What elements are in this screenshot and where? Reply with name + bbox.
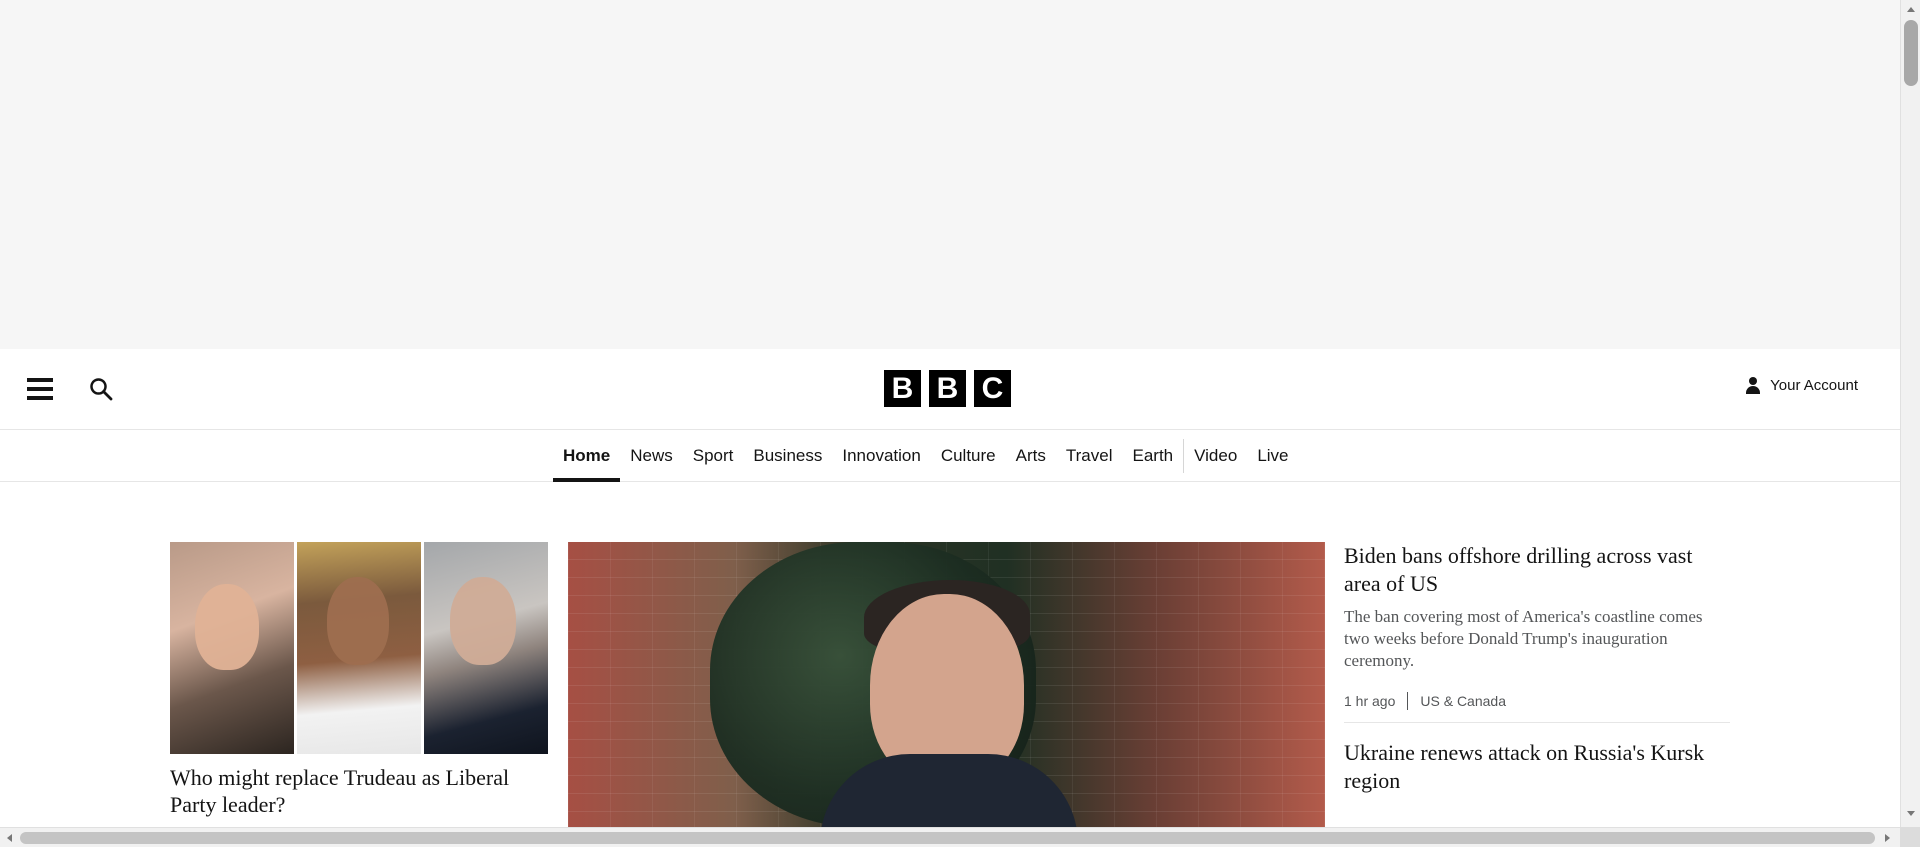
left-story-card[interactable]: Who might replace Trudeau as Liberal Par… xyxy=(170,542,548,818)
bbc-logo[interactable]: B B C xyxy=(884,370,1011,407)
horizontal-scrollbar[interactable] xyxy=(0,827,1900,847)
main-content: Who might replace Trudeau as Liberal Par… xyxy=(0,482,1900,827)
masthead: B B C Your Account xyxy=(0,349,1900,430)
advertisement-slot xyxy=(0,0,1900,349)
side-story-headline[interactable]: Biden bans offshore drilling across vast… xyxy=(1344,542,1730,598)
face-image-shape xyxy=(450,577,516,665)
candidate-portrait-image xyxy=(170,542,294,754)
candidate-portrait-image xyxy=(297,542,421,754)
search-button[interactable] xyxy=(81,369,121,409)
bbc-homepage: B B C Your Account Home News Sport Busin… xyxy=(0,0,1920,847)
story-metadata: 1 hr ago US & Canada xyxy=(1344,692,1730,710)
main-navigation: Home News Sport Business Innovation Cult… xyxy=(0,430,1900,482)
nav-item-news[interactable]: News xyxy=(620,430,683,482)
leadership-candidates-image xyxy=(170,542,548,754)
nav-item-culture[interactable]: Culture xyxy=(931,430,1006,482)
side-story-card[interactable]: Biden bans offshore drilling across vast… xyxy=(1344,542,1730,723)
nav-item-travel[interactable]: Travel xyxy=(1056,430,1123,482)
story-time: 1 hr ago xyxy=(1344,693,1396,709)
vertical-scroll-thumb[interactable] xyxy=(1904,20,1918,86)
bbc-logo-block-3: C xyxy=(974,370,1011,407)
nav-item-video[interactable]: Video xyxy=(1184,430,1247,482)
story-divider xyxy=(1344,722,1730,723)
scroll-right-icon[interactable] xyxy=(1885,834,1890,842)
vertical-scrollbar[interactable] xyxy=(1900,0,1920,827)
face-image-shape xyxy=(195,584,259,670)
menu-button[interactable] xyxy=(20,369,60,409)
horizontal-scroll-thumb[interactable] xyxy=(20,832,1875,844)
nav-item-arts[interactable]: Arts xyxy=(1006,430,1056,482)
account-link[interactable]: Your Account xyxy=(1744,376,1858,394)
side-story-headline[interactable]: Ukraine renews attack on Russia's Kursk … xyxy=(1344,739,1730,795)
bbc-logo-block-1: B xyxy=(884,370,921,407)
scroll-left-icon[interactable] xyxy=(7,834,12,842)
side-stories: Biden bans offshore drilling across vast… xyxy=(1344,542,1730,795)
nav-item-live[interactable]: Live xyxy=(1247,430,1298,482)
scroll-down-icon[interactable] xyxy=(1907,811,1915,816)
menu-icon xyxy=(27,378,53,400)
candidate-portrait-image xyxy=(424,542,548,754)
scroll-up-icon[interactable] xyxy=(1907,7,1915,12)
account-label: Your Account xyxy=(1770,376,1858,394)
nav-item-sport[interactable]: Sport xyxy=(683,430,744,482)
side-story-summary: The ban covering most of America's coast… xyxy=(1344,607,1703,670)
left-story-headline[interactable]: Who might replace Trudeau as Liberal Par… xyxy=(170,764,548,818)
bbc-logo-block-2: B xyxy=(929,370,966,407)
nav-item-home[interactable]: Home xyxy=(553,430,621,482)
nav-item-earth[interactable]: Earth xyxy=(1122,430,1183,482)
search-icon xyxy=(90,378,113,401)
person-icon xyxy=(1744,376,1762,394)
hero-story-image[interactable] xyxy=(568,542,1325,827)
navigation-list: Home News Sport Business Innovation Cult… xyxy=(553,430,1299,482)
scrollbar-corner xyxy=(1900,827,1920,847)
nav-item-business[interactable]: Business xyxy=(743,430,832,482)
nav-item-innovation[interactable]: Innovation xyxy=(832,430,930,482)
side-story-card[interactable]: Ukraine renews attack on Russia's Kursk … xyxy=(1344,739,1730,795)
story-section[interactable]: US & Canada xyxy=(1420,693,1506,709)
metadata-divider xyxy=(1407,692,1409,710)
face-image-shape xyxy=(327,577,389,665)
